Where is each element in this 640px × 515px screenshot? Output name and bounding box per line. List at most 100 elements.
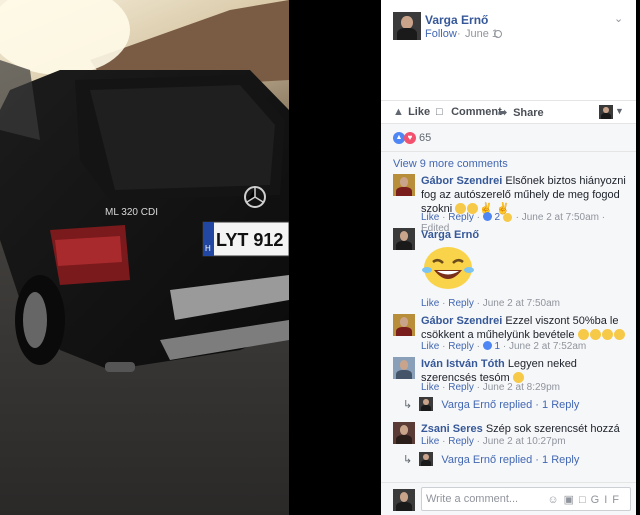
comment-icon: □ xyxy=(436,106,443,118)
comment-like-link[interactable]: Like xyxy=(421,212,439,223)
reply-arrow-icon: ↳ xyxy=(403,454,413,466)
comment-input[interactable]: Write a comment... ☺▣□GIF xyxy=(421,487,631,511)
comment-like-link[interactable]: Like xyxy=(421,298,439,309)
post-panel: Varga Ernő Follow · June 1 ⌄ ▲ Like □ Co… xyxy=(381,0,636,515)
commenter-avatar[interactable] xyxy=(393,422,415,444)
comment: Gábor Szendrei Elsőnek biztos hiányozni … xyxy=(393,174,628,234)
commenter-avatar[interactable] xyxy=(393,174,415,196)
comment-reply-link[interactable]: Reply xyxy=(448,212,474,223)
comment-time[interactable]: June 2 at 10:27pm xyxy=(483,436,566,447)
comment-reply-link[interactable]: Reply xyxy=(448,341,474,352)
meta-separator: · xyxy=(457,28,461,40)
like-reaction-icon xyxy=(482,341,492,350)
comment-body: Zsani Seres Szép sok szerencsét hozzá xyxy=(421,422,627,436)
like-reaction-icon xyxy=(482,212,492,221)
comment-time[interactable]: June 2 at 7:52am xyxy=(509,341,586,352)
comment-reply-link[interactable]: Reply xyxy=(448,436,474,447)
comment-like-link[interactable]: Like xyxy=(421,382,439,393)
post-actions: ▲ Like □ Comment ➦ Share ▼ xyxy=(381,100,636,124)
comment: Gábor Szendrei Ezzel viszont 50%ba le cs… xyxy=(393,314,628,354)
reply-arrow-icon: ↳ xyxy=(403,399,413,411)
photo-viewer: ML 320 CDI H LYT 912 Varga Ernő Follow ·… xyxy=(0,0,640,515)
laughing-emoji-icon xyxy=(613,329,625,340)
author-name[interactable]: Varga Ernő xyxy=(425,13,488,27)
comment-meta: Like · Reply · June 2 at 7:50am xyxy=(421,298,560,309)
camera-icon[interactable]: ▣ xyxy=(564,494,579,506)
follow-link[interactable]: Follow xyxy=(425,28,457,40)
comment-body: Gábor Szendrei Elsőnek biztos hiányozni … xyxy=(421,174,627,216)
comment-button[interactable]: □ Comment xyxy=(436,106,502,118)
reactions-bar[interactable]: ▲ ♥ 65 xyxy=(381,124,636,152)
license-plate-text: LYT 912 xyxy=(216,230,283,250)
laughing-emoji-icon xyxy=(601,329,613,340)
comment-meta: Like · Reply · June 2 at 10:27pm xyxy=(421,436,566,447)
comment-reaction-count[interactable]: 2 xyxy=(495,212,501,223)
model-badge: ML 320 CDI xyxy=(105,207,158,218)
comment-time[interactable]: June 2 at 7:50am xyxy=(483,298,560,309)
post-photo[interactable]: ML 320 CDI H LYT 912 xyxy=(0,0,289,515)
comment-reply-link[interactable]: Reply xyxy=(448,298,474,309)
reply-count: 1 Reply xyxy=(542,454,580,466)
comment: Zsani Seres Szép sok szerencsét hozzá Li… xyxy=(393,422,628,480)
replier-avatar xyxy=(419,397,434,411)
replies-link[interactable]: ↳ Varga Ernő replied · 1 Reply xyxy=(403,397,579,411)
comment-body: Iván István Tóth Legyen neked szerencsés… xyxy=(421,357,627,385)
commenter-name[interactable]: Gábor Szendrei xyxy=(421,315,502,327)
commenter-name[interactable]: Varga Ernő xyxy=(421,229,479,241)
replier-avatar xyxy=(419,452,434,466)
comment-label: Comment xyxy=(451,106,502,118)
comment-composer: Write a comment... ☺▣□GIF xyxy=(381,482,636,515)
comment-body: Gábor Szendrei Ezzel viszont 50%ba le cs… xyxy=(421,314,627,342)
comment-meta: Like · Reply · 1 · June 2 at 7:52am xyxy=(421,341,587,352)
commenter-name[interactable]: Zsani Seres xyxy=(421,423,483,435)
gif-button[interactable]: GIF xyxy=(591,494,624,506)
replied-by-text: Varga Ernő replied xyxy=(441,399,533,411)
post-header: Varga Ernő Follow · June 1 ⌄ xyxy=(381,0,636,100)
actor-avatar[interactable] xyxy=(599,105,613,119)
reply-count: 1 Reply xyxy=(542,399,580,411)
comment-reply-link[interactable]: Reply xyxy=(448,382,474,393)
share-label: Share xyxy=(513,107,544,119)
comment-text: Szép sok szerencsét hozzá xyxy=(485,423,620,435)
commenter-avatar[interactable] xyxy=(393,357,415,379)
emoji-icon[interactable]: ☺ xyxy=(547,494,563,506)
love-reaction-icon: ♥ xyxy=(404,132,416,144)
comment: Varga Ernő Like · Reply · June 2 at 7:50… xyxy=(393,228,628,310)
comment-like-link[interactable]: Like xyxy=(421,436,439,447)
author-avatar[interactable] xyxy=(393,12,421,40)
current-user-avatar xyxy=(393,489,415,511)
window-edge xyxy=(636,0,640,515)
plate-country: H xyxy=(205,244,211,253)
worried-emoji-icon xyxy=(589,329,601,340)
replies-link[interactable]: ↳ Varga Ernő replied · 1 Reply xyxy=(403,452,579,466)
commenter-name[interactable]: Iván István Tóth xyxy=(421,358,505,370)
comment-meta: Like · Reply · June 2 at 8:29pm xyxy=(421,382,560,393)
sticker-icon[interactable]: □ xyxy=(579,494,591,506)
replied-by-text: Varga Ernő replied xyxy=(441,454,533,466)
reaction-count[interactable]: 65 xyxy=(419,132,431,144)
comment-time[interactable]: June 2 at 8:29pm xyxy=(483,382,560,393)
chevron-down-icon[interactable]: ⌄ xyxy=(614,12,623,25)
comment-like-link[interactable]: Like xyxy=(421,341,439,352)
commenter-avatar[interactable] xyxy=(393,314,415,336)
like-button[interactable]: ▲ Like xyxy=(393,106,430,118)
worried-emoji-icon xyxy=(577,329,589,340)
caret-down-icon[interactable]: ▼ xyxy=(615,106,624,116)
comment-body: Varga Ernő xyxy=(421,228,627,242)
commenter-name[interactable]: Gábor Szendrei xyxy=(421,175,502,187)
composer-tools: ☺▣□GIF xyxy=(547,493,624,506)
globe-icon xyxy=(494,30,502,38)
like-label: Like xyxy=(408,106,431,118)
share-button[interactable]: ➦ Share xyxy=(498,106,544,119)
comment-reaction-count[interactable]: 1 xyxy=(495,341,501,352)
laughing-sticker-icon xyxy=(422,247,474,289)
comment-time[interactable]: June 2 at 7:50am xyxy=(522,212,599,223)
share-icon: ➦ xyxy=(498,107,508,119)
comment-input-placeholder: Write a comment... xyxy=(426,493,519,505)
commenter-avatar[interactable] xyxy=(393,228,415,250)
comment: Iván István Tóth Legyen neked szerencsés… xyxy=(393,357,628,415)
view-more-comments-link[interactable]: View 9 more comments xyxy=(393,158,508,170)
car-photo-image: ML 320 CDI H LYT 912 xyxy=(0,0,289,515)
thumbs-up-icon: ▲ xyxy=(393,106,404,118)
comments-section: View 9 more comments Gábor Szendrei Első… xyxy=(381,152,636,482)
